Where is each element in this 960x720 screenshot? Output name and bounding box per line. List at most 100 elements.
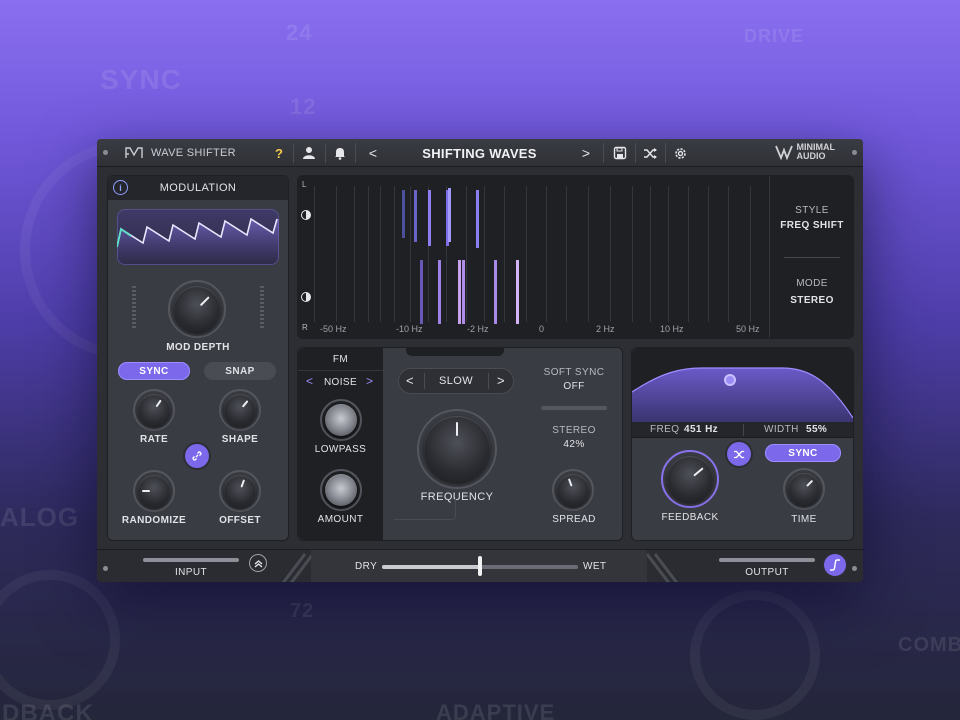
spectrum-gridline [394, 186, 395, 322]
divider [293, 143, 294, 163]
screw-icon [852, 566, 857, 571]
randomize-knob[interactable] [138, 475, 170, 507]
screw-icon [103, 566, 108, 571]
modulation-title: MODULATION [159, 182, 237, 194]
help-icon[interactable]: ? [269, 143, 289, 163]
speed-selector[interactable]: < SLOW > [398, 368, 514, 394]
bell-icon[interactable] [330, 143, 350, 163]
output-curve-button[interactable] [824, 554, 846, 576]
spectrum-bar [516, 260, 519, 324]
dry-wet-handle[interactable] [478, 556, 482, 576]
spectrum-gridline [314, 186, 315, 322]
amount-label: AMOUNT [317, 514, 364, 525]
hz-label: 50 Hz [736, 324, 760, 334]
gear-icon[interactable] [670, 143, 690, 163]
curve-icon [830, 559, 840, 571]
divider [665, 143, 666, 163]
spectrum-gridline [336, 186, 337, 322]
spectrum-bar [420, 260, 423, 324]
shuffle-icon[interactable] [640, 143, 660, 163]
time-label: TIME [791, 514, 817, 525]
phase-right-icon[interactable] [301, 292, 311, 302]
freq-value[interactable]: 451 Hz [684, 424, 718, 435]
frequency-knob[interactable] [424, 416, 490, 482]
knob-indicator [456, 422, 458, 436]
spectrum-bar [462, 260, 465, 324]
knob-indicator [142, 490, 150, 492]
filter-curve [632, 367, 853, 422]
output-slider[interactable] [719, 558, 815, 562]
user-icon[interactable] [299, 143, 319, 163]
lfo-waveform-display[interactable] [117, 209, 279, 265]
prev-preset-button[interactable]: < [363, 143, 383, 163]
bg-word-adaptive: ADAPTIVE [436, 700, 556, 720]
input-expand-button[interactable] [249, 554, 267, 572]
filter-display[interactable] [632, 348, 853, 422]
fm-next-button[interactable]: > [366, 374, 373, 388]
speed-next-button[interactable]: > [497, 373, 505, 388]
spread-knob[interactable] [557, 474, 589, 506]
amount-knob[interactable] [325, 474, 357, 506]
divider [325, 143, 326, 163]
time-knob[interactable] [788, 473, 820, 505]
wave-shifter-logo-icon [125, 147, 143, 158]
center-panel: FM < NOISE > LOWPASS AMOUNT < SLOW > FRE… [297, 347, 623, 541]
screw-icon [103, 150, 108, 155]
dry-wet-fill [382, 565, 480, 569]
rate-knob[interactable] [138, 394, 170, 426]
spectrum-bar [402, 190, 405, 238]
modulation-panel: i MODULATION MOD DEPTH SYNC SNAP RATE SH… [107, 175, 289, 541]
shape-label: SHAPE [221, 434, 259, 445]
bg-number-72: 72 [290, 600, 315, 622]
snap-toggle[interactable]: SNAP [204, 362, 276, 380]
mode-value[interactable]: STEREO [770, 295, 854, 306]
fm-title: FM [332, 354, 349, 365]
wet-label: WET [583, 561, 607, 572]
divider [743, 424, 744, 436]
offset-knob[interactable] [224, 475, 256, 507]
hz-label: 10 Hz [660, 324, 684, 334]
bg-number-24: 24 [286, 20, 313, 45]
style-title: STYLE [795, 205, 829, 216]
filter-handle[interactable] [724, 374, 736, 386]
spectrum-bar [428, 190, 431, 246]
spectrum-bar [438, 260, 441, 324]
preset-name[interactable]: SHIFTING WAVES [387, 146, 572, 161]
delay-panel: FREQ 451 Hz WIDTH 55% FEEDBACK SYNC TIME [631, 347, 854, 541]
minimal-audio-logo-icon [774, 145, 793, 160]
ping-pong-button[interactable] [727, 442, 751, 466]
frequency-bracket [394, 498, 456, 520]
mod-meter-left [132, 286, 136, 330]
feedback-knob[interactable] [667, 456, 713, 502]
shape-knob[interactable] [224, 394, 256, 426]
mod-sync-toggle[interactable]: SYNC [118, 362, 190, 380]
hz-label: 0 [539, 324, 545, 334]
spectrum-bar [458, 260, 461, 324]
link-button[interactable] [185, 444, 209, 468]
mod-depth-knob[interactable] [174, 286, 220, 332]
lowpass-knob[interactable] [325, 404, 357, 436]
knob-indicator [199, 296, 210, 307]
width-value[interactable]: 55% [806, 424, 827, 435]
delay-sync-toggle[interactable]: SYNC [765, 444, 841, 462]
style-value[interactable]: FREQ SHIFT [770, 220, 854, 231]
spectrum-gridline [588, 186, 589, 322]
spectrum-display[interactable] [298, 176, 769, 338]
divider [635, 143, 636, 163]
offset-label: OFFSET [219, 515, 261, 526]
spectrum-gridline [610, 186, 611, 322]
brand-line-2: AUDIO [796, 151, 826, 161]
phase-left-icon[interactable] [301, 210, 311, 220]
save-icon[interactable] [610, 143, 630, 163]
next-preset-button[interactable]: > [576, 143, 596, 163]
mode-title: MODE [796, 278, 828, 289]
spectrum-gridline [484, 186, 485, 322]
channel-right-label: R [302, 323, 309, 332]
soft-sync-slider[interactable] [541, 406, 607, 410]
spectrum-gridline [504, 186, 505, 322]
soft-sync-value[interactable]: OFF [534, 381, 614, 392]
hz-label: -50 Hz [320, 324, 347, 334]
spectrum-bar [476, 190, 479, 248]
knob-indicator [240, 479, 246, 488]
input-slider[interactable] [143, 558, 239, 562]
